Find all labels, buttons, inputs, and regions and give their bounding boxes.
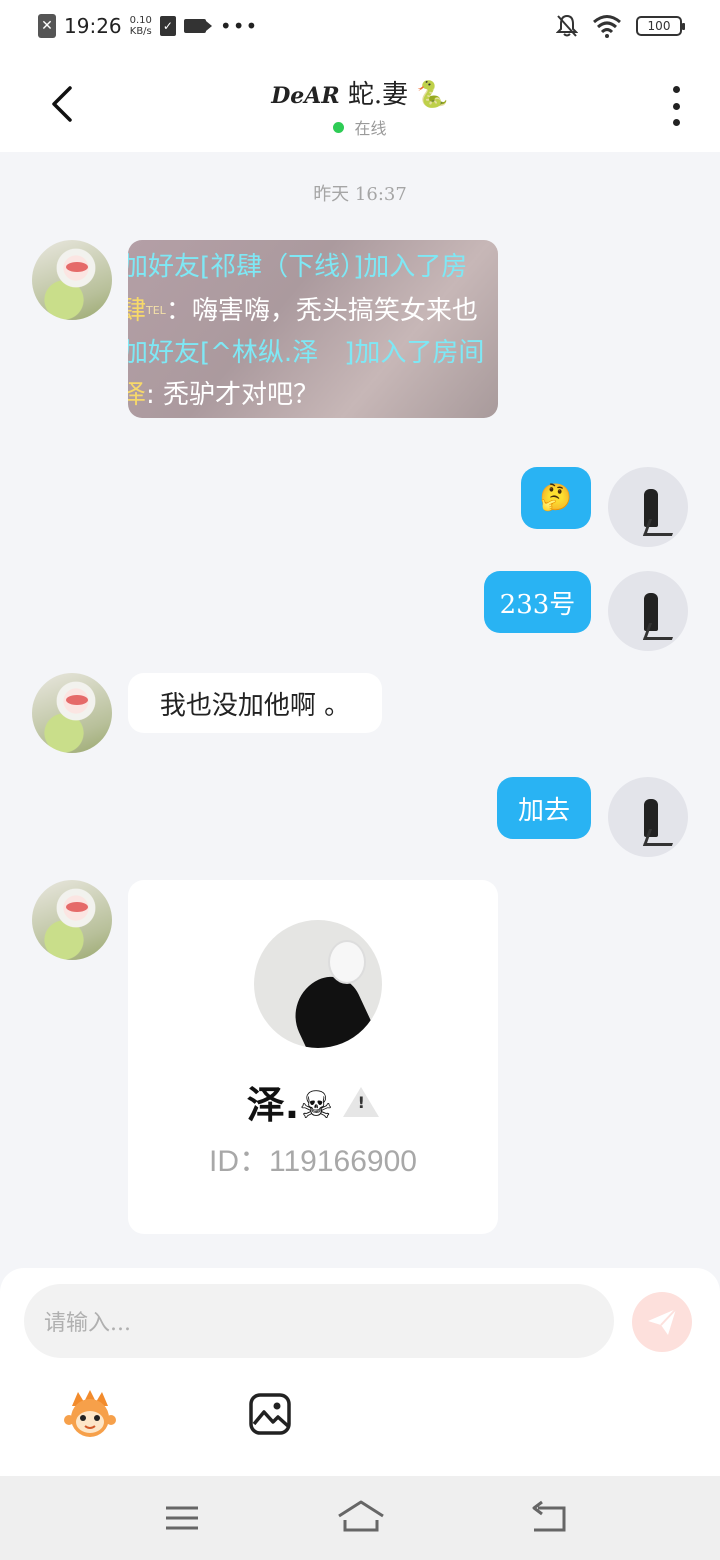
send-button[interactable] bbox=[632, 1292, 692, 1352]
input-panel: 请输入... bbox=[0, 1268, 720, 1476]
avatar-contact[interactable] bbox=[32, 240, 112, 320]
battery-indicator: 100 bbox=[636, 16, 685, 36]
bell-off-icon bbox=[556, 14, 578, 37]
title-text: 蛇.妻 bbox=[347, 80, 409, 110]
contact-card[interactable]: 泽.☠ ! ID：119166900 bbox=[128, 880, 498, 1234]
image-button[interactable] bbox=[248, 1392, 292, 1436]
system-nav-bar bbox=[0, 1476, 720, 1560]
wifi-icon bbox=[593, 15, 621, 38]
message-bubble-incoming[interactable]: 我也没加他啊 。 bbox=[128, 673, 382, 733]
more-icon bbox=[672, 86, 680, 93]
status-time: 19:26 bbox=[64, 14, 122, 38]
avatar-contact[interactable] bbox=[32, 880, 112, 960]
image-text-line: 泽: 秃驴才对吧？ bbox=[128, 380, 320, 410]
recents-button[interactable] bbox=[162, 1498, 202, 1538]
clipboard-check-icon: ✓ bbox=[159, 16, 176, 36]
image-message[interactable]: 加好友[祁肆（下线）]加入了房 肆TEL：嗨害嗨，秃头搞笑女来也 加好友[^林纵… bbox=[128, 240, 498, 418]
message-bubble-outgoing[interactable]: 加去 bbox=[497, 777, 591, 839]
message-bubble-outgoing[interactable]: 233号 bbox=[484, 571, 591, 633]
image-icon bbox=[249, 1393, 291, 1435]
avatar-self[interactable] bbox=[608, 467, 688, 547]
message-bubble-outgoing[interactable]: 🤔 bbox=[521, 467, 591, 529]
avatar-self[interactable] bbox=[608, 571, 688, 651]
image-text-line: 肆TEL：嗨害嗨，秃头搞笑女来也 bbox=[128, 296, 478, 326]
warning-icon: ! bbox=[343, 1086, 380, 1117]
more-button[interactable] bbox=[668, 86, 684, 126]
send-icon bbox=[648, 1308, 677, 1335]
card-avatar bbox=[254, 920, 382, 1048]
menu-icon bbox=[166, 1506, 198, 1530]
contact-name: DeAR 蛇.妻 🐍 bbox=[0, 74, 720, 111]
home-icon bbox=[338, 1500, 384, 1532]
online-dot-icon bbox=[333, 121, 345, 133]
more-notifications-icon: ••• bbox=[219, 14, 259, 38]
status-left: ✕ 19:26 0.10 KB/s ✓ ••• bbox=[38, 14, 258, 38]
back-nav-button[interactable] bbox=[528, 1498, 568, 1538]
home-button[interactable] bbox=[336, 1498, 386, 1538]
message-input[interactable]: 请输入... bbox=[24, 1284, 614, 1358]
avatar-self[interactable] bbox=[608, 777, 688, 857]
image-text-line: 加好友[祁肆（下线）]加入了房 bbox=[128, 252, 468, 282]
snake-emoji: 🐍 bbox=[416, 80, 449, 110]
status-right: 100 bbox=[556, 14, 685, 38]
chat-timestamp: 昨天 16:37 bbox=[313, 184, 407, 205]
emoji-icon bbox=[64, 1390, 116, 1437]
status-bar: ✕ 19:26 0.10 KB/s ✓ ••• 100 bbox=[0, 0, 720, 56]
sim-off-icon: ✕ bbox=[38, 14, 56, 38]
chat-title: DeAR 蛇.妻 🐍 在线 bbox=[0, 74, 720, 139]
chat-header: DeAR 蛇.妻 🐍 在线 bbox=[0, 56, 720, 152]
net-speed: 0.10 KB/s bbox=[129, 15, 152, 37]
image-text-line: 加好友[^林纵.泽 ]加入了房间 bbox=[128, 338, 485, 368]
back-nav-icon bbox=[532, 1500, 566, 1532]
card-id: ID：119166900 bbox=[209, 1145, 417, 1178]
video-icon bbox=[183, 19, 212, 33]
avatar-contact[interactable] bbox=[32, 673, 112, 753]
card-name: 泽.☠ ! bbox=[128, 1074, 498, 1129]
online-label: 在线 bbox=[354, 119, 387, 138]
emoji-button[interactable] bbox=[62, 1388, 118, 1438]
title-script: DeAR bbox=[271, 83, 340, 109]
online-status: 在线 bbox=[0, 115, 720, 139]
